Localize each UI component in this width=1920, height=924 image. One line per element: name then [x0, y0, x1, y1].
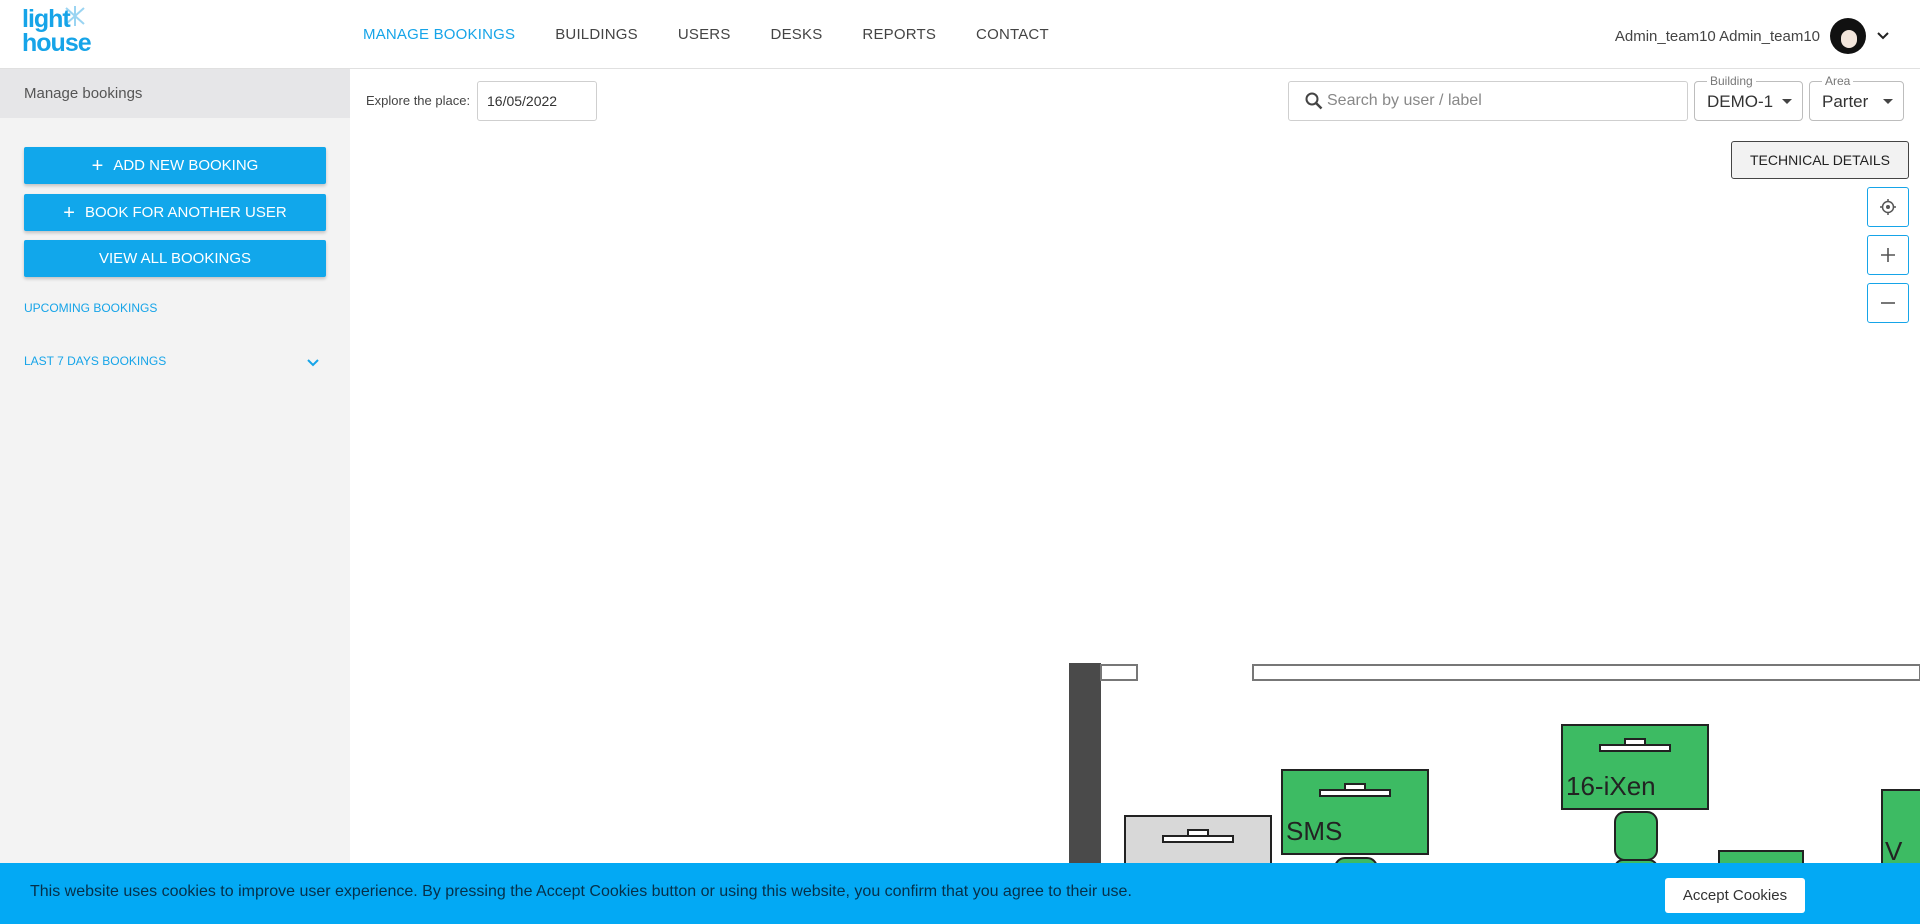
- building-label: Building: [1707, 74, 1756, 88]
- date-input[interactable]: [477, 81, 597, 121]
- desk-label: V: [1885, 836, 1903, 866]
- user-menu[interactable]: Admin_team10 Admin_team10: [1615, 18, 1890, 54]
- cookie-banner: This website uses cookies to improve use…: [0, 863, 1920, 924]
- area-select[interactable]: Area Parter: [1809, 74, 1904, 121]
- add-new-booking-label: ADD NEW BOOKING: [113, 157, 259, 174]
- chevron-down-icon[interactable]: [1876, 29, 1890, 43]
- zoom-out-button[interactable]: [1867, 283, 1909, 323]
- map-wall: [1100, 664, 1138, 681]
- plus-icon: [1881, 248, 1895, 262]
- last-7-days-bookings-link[interactable]: LAST 7 DAYS BOOKINGS: [24, 354, 166, 368]
- upcoming-bookings-link[interactable]: UPCOMING BOOKINGS: [24, 301, 157, 315]
- sidebar: Manage bookings + ADD NEW BOOKING + BOOK…: [0, 69, 350, 924]
- add-new-booking-button[interactable]: + ADD NEW BOOKING: [24, 147, 326, 184]
- plus-icon: +: [63, 201, 75, 224]
- desk-16-ixen[interactable]: 16-iXen: [1561, 724, 1709, 881]
- map-wall: [1252, 664, 1920, 681]
- locate-button[interactable]: [1867, 187, 1909, 227]
- area-label: Area: [1822, 74, 1854, 88]
- view-all-bookings-button[interactable]: VIEW ALL BOOKINGS: [24, 240, 326, 277]
- locate-icon: [1880, 199, 1896, 215]
- nav-buildings[interactable]: BUILDINGS: [555, 26, 638, 43]
- map-wall: [1069, 663, 1101, 863]
- search-icon: [1305, 92, 1323, 110]
- nav-reports[interactable]: REPORTS: [862, 26, 936, 43]
- accept-cookies-button[interactable]: Accept Cookies: [1665, 878, 1805, 913]
- desk-label: 16-iXen: [1566, 771, 1656, 801]
- search-input[interactable]: [1327, 82, 1677, 120]
- nav-users[interactable]: USERS: [678, 26, 731, 43]
- nav-desks[interactable]: DESKS: [771, 26, 823, 43]
- book-for-another-user-label: BOOK FOR ANOTHER USER: [84, 204, 287, 221]
- plus-icon: +: [91, 154, 104, 177]
- desk-label: SMS: [1286, 816, 1342, 846]
- building-value: DEMO-1: [1707, 92, 1774, 111]
- lighthouse-logo[interactable]: light house: [22, 6, 96, 58]
- book-for-another-user-button[interactable]: + BOOK FOR ANOTHER USER: [24, 194, 326, 231]
- building-select[interactable]: Building DEMO-1: [1694, 74, 1803, 121]
- minus-icon: [1881, 302, 1895, 304]
- cookie-text: This website uses cookies to improve use…: [30, 883, 1132, 900]
- zoom-in-button[interactable]: [1867, 235, 1909, 275]
- user-name: Admin_team10 Admin_team10: [1614, 27, 1820, 45]
- search-box[interactable]: [1288, 81, 1688, 121]
- sidebar-title: Manage bookings: [0, 69, 350, 118]
- explore-label: Explore the place:: [366, 93, 471, 108]
- top-bar: light house MANAGE BOOKINGS BUILDINGS US…: [0, 0, 1920, 69]
- technical-details-button[interactable]: TECHNICAL DETAILS: [1731, 141, 1909, 179]
- avatar[interactable]: [1830, 18, 1866, 54]
- chevron-down-icon[interactable]: [306, 356, 320, 370]
- main-nav: MANAGE BOOKINGS BUILDINGS USERS DESKS RE…: [363, 0, 1049, 69]
- caret-down-icon: [1782, 99, 1792, 104]
- logo-text-house: house: [22, 29, 92, 57]
- nav-contact[interactable]: CONTACT: [976, 26, 1049, 43]
- view-all-bookings-label: VIEW ALL BOOKINGS: [99, 250, 251, 267]
- caret-down-icon: [1883, 99, 1893, 104]
- nav-manage-bookings[interactable]: MANAGE BOOKINGS: [363, 26, 515, 43]
- area-value: Parter: [1822, 92, 1869, 111]
